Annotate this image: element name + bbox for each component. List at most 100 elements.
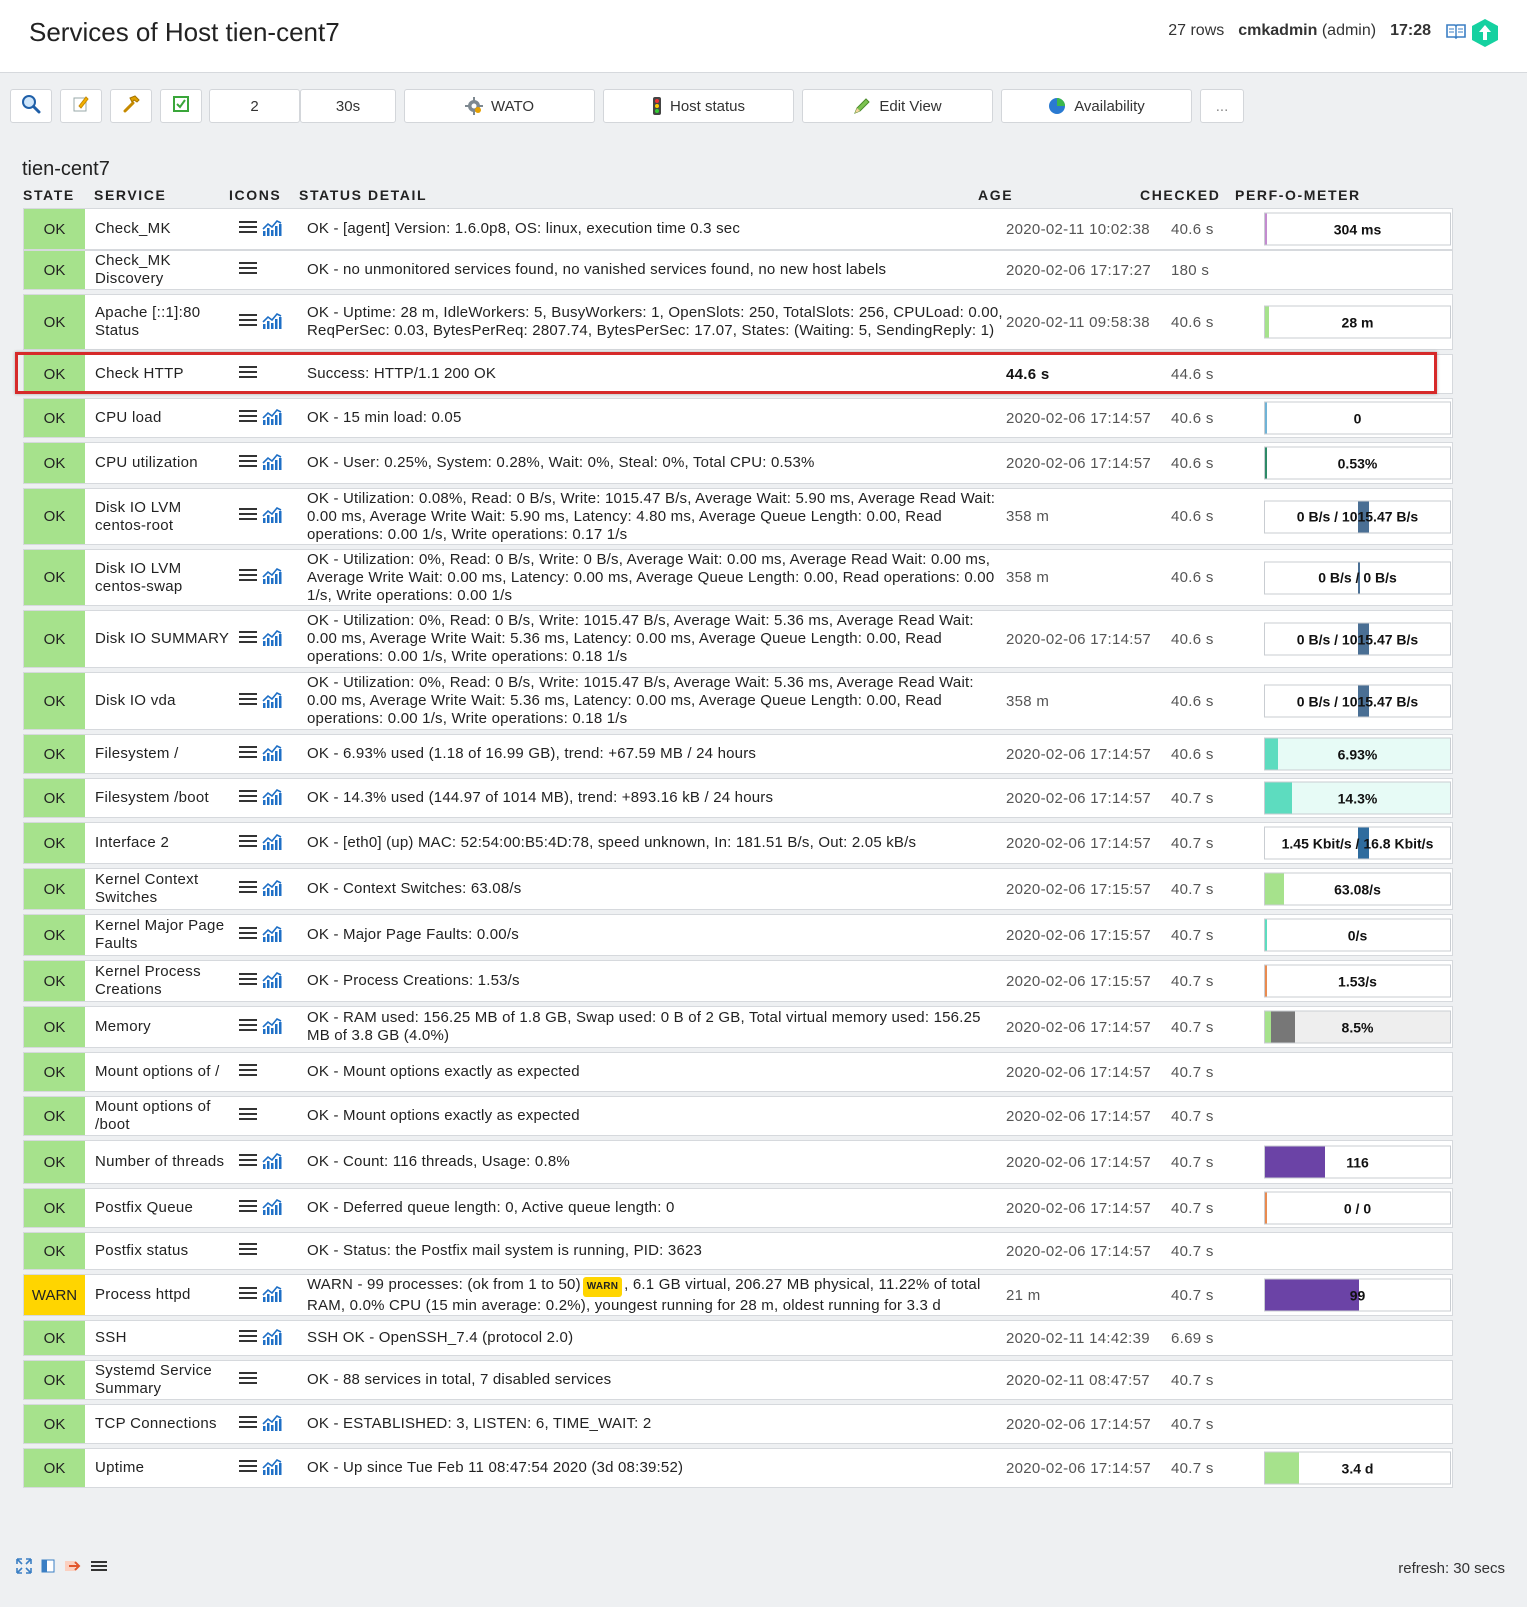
action-menu-icon[interactable] bbox=[238, 691, 258, 712]
service-name-link[interactable]: Disk IO LVM centos-swap bbox=[95, 550, 235, 605]
action-menu-icon[interactable] bbox=[238, 1370, 258, 1391]
action-menu-icon[interactable] bbox=[238, 744, 258, 765]
more-button[interactable]: ... bbox=[1200, 89, 1244, 123]
perf-o-meter[interactable]: 0 / 0 bbox=[1264, 1191, 1451, 1225]
service-name-link[interactable]: CPU load bbox=[95, 399, 235, 437]
graph-icon[interactable] bbox=[261, 310, 283, 335]
graph-icon[interactable] bbox=[261, 831, 283, 856]
action-menu-icon[interactable] bbox=[238, 312, 258, 333]
service-name-link[interactable]: Check_MK bbox=[95, 209, 235, 249]
graph-icon[interactable] bbox=[261, 1412, 283, 1437]
service-name-link[interactable]: Postfix Queue bbox=[95, 1189, 235, 1227]
perf-o-meter[interactable]: 8.5% bbox=[1264, 1010, 1451, 1044]
service-name-link[interactable]: Disk IO LVM centos-root bbox=[95, 489, 235, 544]
graph-icon[interactable] bbox=[261, 1015, 283, 1040]
export-icon[interactable] bbox=[64, 1558, 82, 1579]
commands-button[interactable] bbox=[110, 89, 152, 123]
perf-o-meter[interactable]: 0 B/s / 1015.47 B/s bbox=[1264, 622, 1451, 656]
perf-o-meter[interactable]: 28 m bbox=[1264, 305, 1451, 339]
action-menu-icon[interactable] bbox=[238, 1152, 258, 1173]
action-menu-icon[interactable] bbox=[238, 1106, 258, 1127]
graph-icon[interactable] bbox=[261, 217, 283, 242]
action-menu-icon[interactable] bbox=[238, 1017, 258, 1038]
action-menu-icon[interactable] bbox=[238, 879, 258, 900]
action-menu-icon[interactable] bbox=[238, 1458, 258, 1479]
col-state[interactable]: STATE bbox=[23, 187, 75, 203]
graph-icon[interactable] bbox=[261, 1456, 283, 1481]
wato-button[interactable]: WATO bbox=[404, 89, 595, 123]
graph-icon[interactable] bbox=[261, 451, 283, 476]
perf-o-meter[interactable]: 0/s bbox=[1264, 918, 1451, 952]
graph-icon[interactable] bbox=[261, 1150, 283, 1175]
perf-o-meter[interactable]: 63.08/s bbox=[1264, 872, 1451, 906]
col-icons[interactable]: ICONS bbox=[229, 187, 281, 203]
service-name-link[interactable]: Postfix status bbox=[95, 1233, 235, 1269]
graph-icon[interactable] bbox=[261, 969, 283, 994]
graph-icon[interactable] bbox=[261, 1283, 283, 1308]
service-name-link[interactable]: Disk IO vda bbox=[95, 673, 235, 729]
service-name-link[interactable]: Process httpd bbox=[95, 1275, 235, 1315]
action-menu-icon[interactable] bbox=[238, 1241, 258, 1262]
action-menu-icon[interactable] bbox=[238, 833, 258, 854]
action-menu-icon[interactable] bbox=[238, 260, 258, 281]
action-menu-icon[interactable] bbox=[238, 1198, 258, 1219]
service-name-link[interactable]: Mount options of /boot bbox=[95, 1097, 235, 1135]
menu-icon[interactable] bbox=[90, 1558, 108, 1579]
col-service[interactable]: SERVICE bbox=[94, 187, 166, 203]
service-name-link[interactable]: Mount options of / bbox=[95, 1053, 235, 1091]
col-checked[interactable]: CHECKED bbox=[1140, 187, 1220, 203]
graph-icon[interactable] bbox=[261, 565, 283, 590]
checkbox-button[interactable] bbox=[160, 89, 202, 123]
service-name-link[interactable]: SSH bbox=[95, 1321, 235, 1355]
action-menu-icon[interactable] bbox=[238, 567, 258, 588]
action-menu-icon[interactable] bbox=[238, 364, 258, 385]
perf-o-meter[interactable]: 3.4 d bbox=[1264, 1451, 1451, 1485]
service-name-link[interactable]: Number of threads bbox=[95, 1141, 235, 1183]
sidebar-icon[interactable] bbox=[40, 1558, 56, 1579]
service-name-link[interactable]: Check HTTP bbox=[95, 355, 235, 393]
refresh-interval-button[interactable]: 30s bbox=[300, 89, 396, 123]
edit-button[interactable] bbox=[60, 89, 102, 123]
action-menu-icon[interactable] bbox=[238, 629, 258, 650]
perf-o-meter[interactable]: 99 bbox=[1264, 1278, 1451, 1312]
action-menu-icon[interactable] bbox=[238, 1328, 258, 1349]
action-menu-icon[interactable] bbox=[238, 453, 258, 474]
perf-o-meter[interactable]: 116 bbox=[1264, 1145, 1451, 1179]
service-name-link[interactable]: Memory bbox=[95, 1007, 235, 1047]
availability-button[interactable]: Availability bbox=[1001, 89, 1192, 123]
service-name-link[interactable]: Kernel Context Switches bbox=[95, 869, 235, 909]
graph-icon[interactable] bbox=[261, 689, 283, 714]
col-status-detail[interactable]: STATUS DETAIL bbox=[299, 187, 427, 203]
graph-icon[interactable] bbox=[261, 627, 283, 652]
perf-o-meter[interactable]: 0 B/s / 1015.47 B/s bbox=[1264, 500, 1451, 533]
fullscreen-icon[interactable] bbox=[16, 1558, 32, 1579]
refresh-count-button[interactable]: 2 bbox=[209, 89, 300, 123]
perf-o-meter[interactable]: 0.53% bbox=[1264, 446, 1451, 480]
service-name-link[interactable]: Uptime bbox=[95, 1449, 235, 1487]
action-menu-icon[interactable] bbox=[238, 1062, 258, 1083]
graph-icon[interactable] bbox=[261, 1196, 283, 1221]
service-name-link[interactable]: Apache [::1]:80 Status bbox=[95, 295, 235, 349]
action-menu-icon[interactable] bbox=[238, 219, 258, 240]
graph-icon[interactable] bbox=[261, 406, 283, 431]
graph-icon[interactable] bbox=[261, 1326, 283, 1351]
perf-o-meter[interactable]: 0 bbox=[1264, 401, 1451, 435]
service-name-link[interactable]: CPU utilization bbox=[95, 443, 235, 483]
service-name-link[interactable]: TCP Connections bbox=[95, 1405, 235, 1443]
book-icon[interactable] bbox=[1445, 22, 1467, 40]
graph-icon[interactable] bbox=[261, 504, 283, 529]
service-name-link[interactable]: Kernel Process Creations bbox=[95, 961, 235, 1001]
service-name-link[interactable]: Check_MK Discovery bbox=[95, 251, 235, 289]
action-menu-icon[interactable] bbox=[238, 1414, 258, 1435]
host-name[interactable]: tien-cent7 bbox=[22, 158, 110, 181]
action-menu-icon[interactable] bbox=[238, 925, 258, 946]
graph-icon[interactable] bbox=[261, 923, 283, 948]
action-menu-icon[interactable] bbox=[238, 1285, 258, 1306]
service-name-link[interactable]: Interface 2 bbox=[95, 823, 235, 863]
col-perf-o-meter[interactable]: PERF-O-METER bbox=[1235, 187, 1361, 203]
col-age[interactable]: AGE bbox=[978, 187, 1013, 203]
service-name-link[interactable]: Kernel Major Page Faults bbox=[95, 915, 235, 955]
action-menu-icon[interactable] bbox=[238, 408, 258, 429]
action-menu-icon[interactable] bbox=[238, 971, 258, 992]
graph-icon[interactable] bbox=[261, 742, 283, 767]
